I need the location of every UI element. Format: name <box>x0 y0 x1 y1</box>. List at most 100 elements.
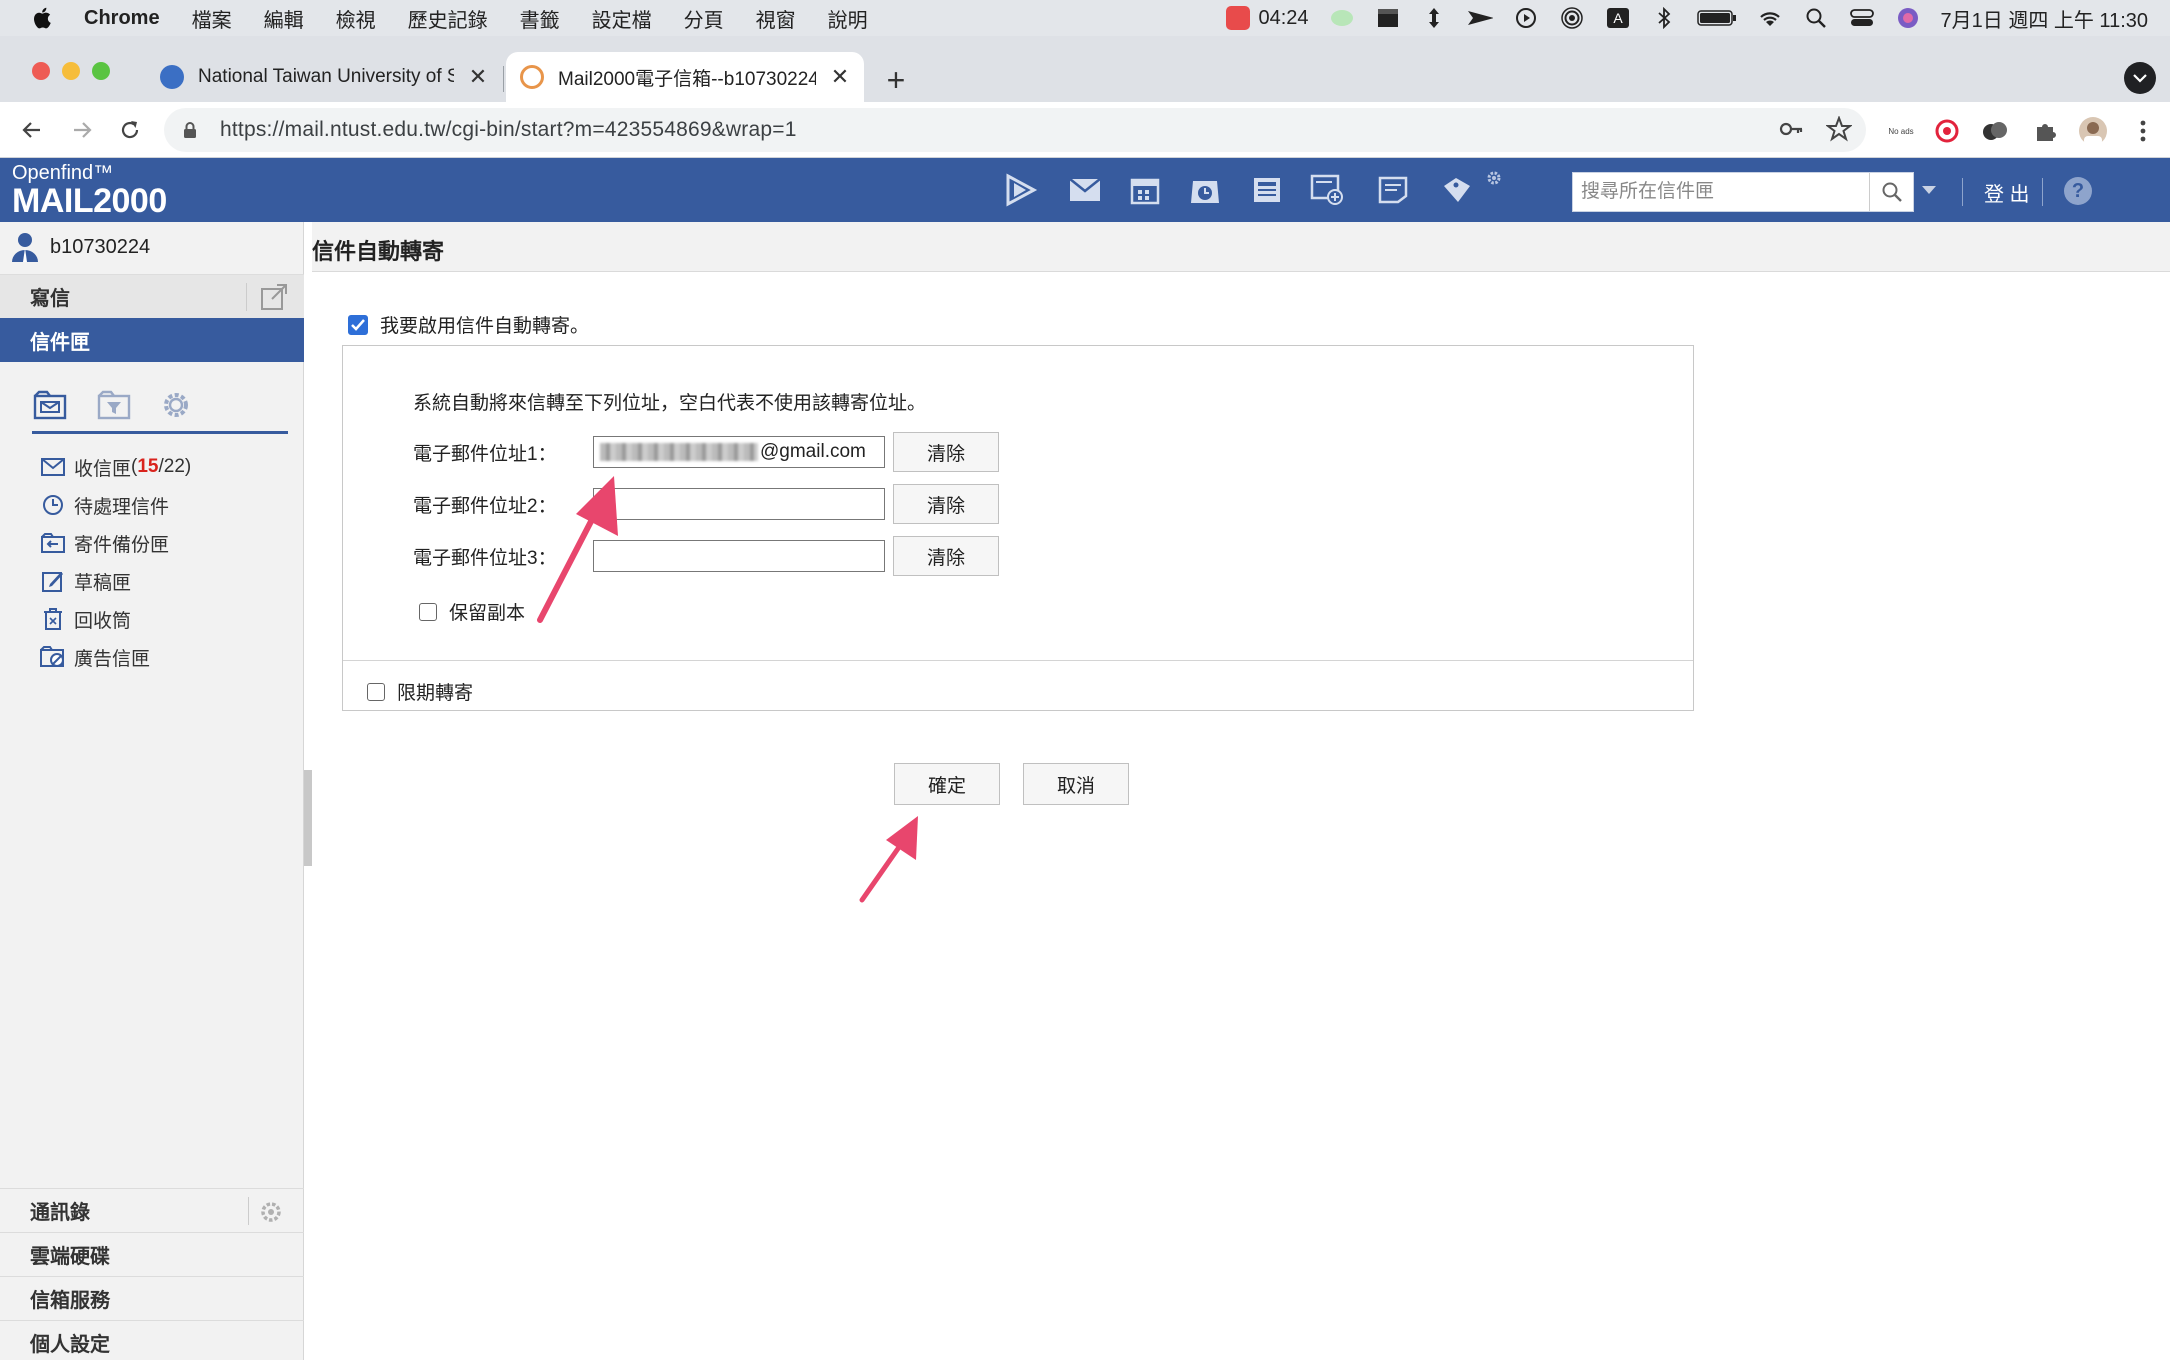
spotlight-icon[interactable] <box>1803 7 1829 29</box>
menu-clock[interactable]: 7月1日 週四 上午 11:30 <box>1941 4 2148 33</box>
dice-extension-icon[interactable] <box>1978 114 2012 148</box>
key-icon[interactable] <box>1778 116 1804 142</box>
bluetooth-icon[interactable] <box>1651 7 1677 29</box>
back-button[interactable] <box>16 114 48 146</box>
menu-tab[interactable]: 分頁 <box>684 4 724 33</box>
folder-inbox[interactable]: 收信匣(15/22) <box>40 448 191 486</box>
folder-sent[interactable]: 寄件備份匣 <box>40 524 191 562</box>
airdrop-icon[interactable] <box>1559 7 1585 29</box>
logout-button[interactable]: 登 出 <box>1984 178 2030 207</box>
timer-text: 04:24 <box>1258 6 1309 29</box>
compose-button[interactable]: 寫信 <box>0 274 304 318</box>
nav-contacts[interactable]: 通訊錄 <box>0 1188 304 1232</box>
disk-clock-icon[interactable] <box>1186 172 1224 208</box>
sidebar-splitter-handle[interactable] <box>304 770 312 866</box>
control-center-icon[interactable] <box>1849 7 1875 29</box>
window-minimize-button[interactable] <box>62 62 80 80</box>
timer-status[interactable]: 04:24 <box>1226 6 1309 30</box>
bookmark-star-icon[interactable] <box>1826 116 1852 142</box>
memo-icon[interactable] <box>1374 172 1412 208</box>
window-zoom-button[interactable] <box>92 62 110 80</box>
nav-personal-settings-label: 個人設定 <box>30 1334 110 1356</box>
bulletin-icon[interactable] <box>1248 172 1286 208</box>
tab-search-button[interactable] <box>2124 62 2156 94</box>
red-extension-icon[interactable] <box>1930 114 1964 148</box>
address-bar[interactable]: https://mail.ntust.edu.tw/cgi-bin/start?… <box>164 108 1866 152</box>
address-2-input[interactable] <box>593 488 885 520</box>
menu-profiles[interactable]: 設定檔 <box>592 4 652 33</box>
profile-avatar[interactable] <box>2076 114 2110 148</box>
window-close-button[interactable] <box>32 62 50 80</box>
nav-cloud-drive[interactable]: 雲端硬碟 <box>0 1232 304 1276</box>
mailbox-nav[interactable]: 信件匣 <box>0 318 304 362</box>
menu-file[interactable]: 檔案 <box>192 4 232 33</box>
filter-tab[interactable] <box>96 388 132 422</box>
search-options-dropdown[interactable] <box>1922 186 1936 194</box>
folder-trash[interactable]: 回收筒 <box>40 600 191 638</box>
popout-compose-icon[interactable] <box>260 283 288 311</box>
extensions-puzzle-icon[interactable] <box>2028 114 2062 148</box>
macos-menu-bar: Chrome 檔案 編輯 檢視 歷史記錄 書籤 設定檔 分頁 視窗 說明 04:… <box>0 0 2170 36</box>
contacts-settings-gear-icon[interactable] <box>258 1199 284 1225</box>
play-icon[interactable] <box>1513 7 1539 29</box>
forward-arrow-icon <box>74 122 92 138</box>
filter-folder-icon <box>97 390 131 420</box>
wifi-icon[interactable] <box>1757 7 1783 29</box>
battery-icon[interactable] <box>1696 7 1737 29</box>
mail-search-input[interactable] <box>1573 174 1863 210</box>
chrome-menu-icon[interactable] <box>2126 114 2160 148</box>
paper-plane-icon[interactable] <box>1467 7 1493 29</box>
keep-copy-checkbox[interactable] <box>419 602 437 621</box>
mail-envelope-icon[interactable] <box>1066 172 1104 208</box>
menu-app-name[interactable]: Chrome <box>84 7 160 30</box>
menu-window[interactable]: 視窗 <box>756 4 796 33</box>
clapper-icon[interactable] <box>1375 7 1401 29</box>
new-tab-button[interactable]: + <box>876 60 916 100</box>
input-method-icon[interactable]: A <box>1605 7 1631 29</box>
clear-address-1-button[interactable]: 清除 <box>893 432 999 472</box>
browser-tab-ntust[interactable]: National Taiwan University of S ✕ <box>146 52 502 102</box>
lock-icon[interactable] <box>180 120 200 140</box>
cancel-button[interactable]: 取消 <box>1023 763 1129 805</box>
nav-divider <box>248 1197 249 1225</box>
folder-tab[interactable] <box>32 388 68 422</box>
menu-edit[interactable]: 編輯 <box>264 4 304 33</box>
clear-address-3-button[interactable]: 清除 <box>893 536 999 576</box>
add-note-icon[interactable] <box>1308 172 1346 208</box>
tag-icon[interactable] <box>1438 172 1476 208</box>
calendar-icon[interactable] <box>1126 172 1164 208</box>
nav-personal-settings[interactable]: 個人設定 <box>0 1320 304 1364</box>
menu-view[interactable]: 檢視 <box>336 4 376 33</box>
help-button[interactable]: ? <box>2064 177 2092 205</box>
confirm-button[interactable]: 確定 <box>894 763 1000 805</box>
tab-close-icon[interactable]: ✕ <box>466 64 490 89</box>
enable-forward-checkbox[interactable] <box>348 314 368 335</box>
apple-icon[interactable] <box>30 5 56 31</box>
tab-title: National Taiwan University of S <box>198 66 454 87</box>
updown-arrow-icon[interactable] <box>1421 7 1447 29</box>
mail2000-logo[interactable]: MAIL2000 <box>12 182 167 221</box>
search-button[interactable] <box>1869 173 1913 211</box>
menu-help[interactable]: 說明 <box>828 4 868 33</box>
folder-label: 廣告信匣 <box>74 648 151 670</box>
clear-address-2-button[interactable]: 清除 <box>893 484 999 524</box>
tab-close-icon[interactable]: ✕ <box>828 64 852 89</box>
folder-pending[interactable]: 待處理信件 <box>40 486 191 524</box>
nav-mailbox-services[interactable]: 信箱服務 <box>0 1276 304 1320</box>
noads-extension[interactable]: No ads <box>1884 114 1918 148</box>
line-icon[interactable] <box>1329 7 1355 29</box>
settings-tab[interactable] <box>158 388 194 422</box>
siri-icon[interactable] <box>1895 7 1921 29</box>
address-1-input[interactable]: @gmail.com <box>593 436 885 468</box>
forward-button[interactable] <box>66 114 98 146</box>
header-settings-gear-icon[interactable] <box>1482 166 1506 190</box>
address-3-input[interactable] <box>593 540 885 572</box>
menu-bookmarks[interactable]: 書籤 <box>520 4 560 33</box>
reload-button[interactable] <box>114 114 146 146</box>
browser-tab-mail2000[interactable]: Mail2000電子信箱--b10730224 ✕ <box>506 52 864 102</box>
limit-forward-checkbox[interactable] <box>367 682 385 701</box>
menu-history[interactable]: 歷史記錄 <box>408 4 488 33</box>
folder-spam[interactable]: 廣告信匣 <box>40 638 191 676</box>
mail-slideshow-icon[interactable] <box>1002 172 1040 208</box>
folder-drafts[interactable]: 草稿匣 <box>40 562 191 600</box>
